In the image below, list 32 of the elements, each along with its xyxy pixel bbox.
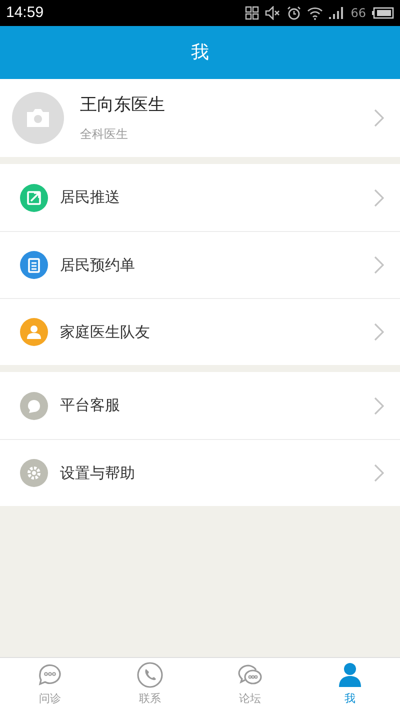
menu-label: 设置与帮助 — [60, 462, 136, 484]
person-icon — [336, 661, 364, 690]
tab-item[interactable]: 我 — [300, 658, 400, 711]
chevron-right-icon — [374, 256, 384, 274]
chevron-right-icon — [374, 396, 384, 414]
clock-time: 14:59 — [6, 2, 44, 23]
menu-label: 居民推送 — [60, 187, 121, 208]
header-title: 我 — [191, 41, 209, 65]
menu-label: 居民预约单 — [60, 254, 136, 276]
wifi-icon — [306, 6, 323, 20]
profile-card[interactable]: 王向东医生 全科医生 — [0, 79, 400, 157]
menu-label: 平台客服 — [60, 395, 121, 416]
menu-label: 家庭医生队友 — [60, 322, 151, 343]
menu-item[interactable]: 家庭医生队友 — [0, 298, 400, 365]
chevron-right-icon — [374, 464, 384, 482]
doctor-name: 王向东医生 — [80, 94, 166, 118]
menu-item[interactable]: 居民推送 — [0, 164, 400, 231]
menu-item[interactable]: 设置与帮助 — [0, 439, 400, 506]
camera-avatar-icon — [12, 92, 64, 144]
doctor-role: 全科医生 — [80, 126, 129, 143]
battery-level: 66 — [350, 5, 366, 22]
alarm-icon — [286, 6, 301, 20]
chevron-right-icon — [374, 323, 384, 341]
phone-icon — [136, 661, 164, 690]
mute-icon — [264, 6, 281, 20]
battery-icon — [372, 7, 394, 19]
menu-item[interactable]: 居民预约单 — [0, 231, 400, 298]
scan-icon — [244, 6, 259, 20]
chevron-right-icon — [374, 109, 384, 127]
menu-item[interactable]: 平台客服 — [0, 372, 400, 439]
signal-icon — [328, 7, 345, 19]
chevron-right-icon — [374, 188, 384, 206]
